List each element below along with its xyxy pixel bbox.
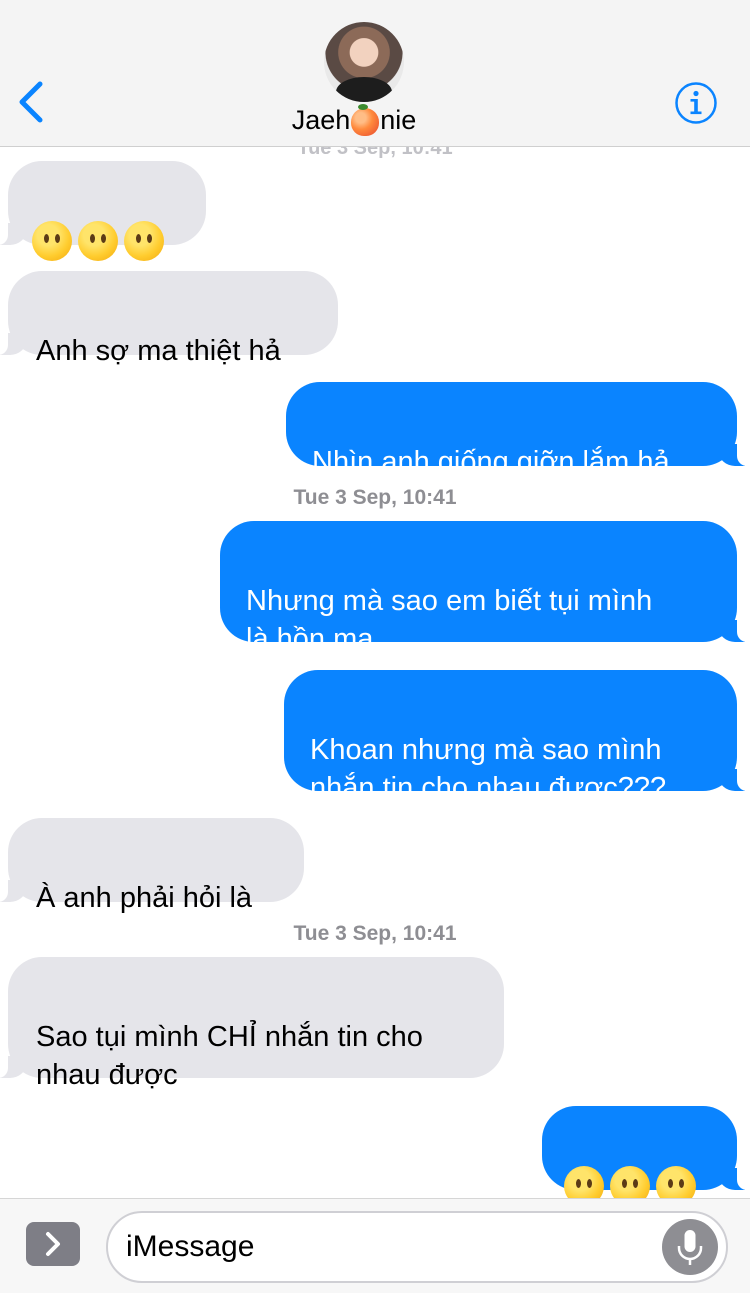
conversation-header: Jaeh nie — [0, 0, 750, 147]
neutral-face-icon — [564, 1166, 604, 1198]
emoji-row — [32, 219, 182, 263]
contact-name-part1: Jaeh — [291, 105, 351, 135]
neutral-face-icon — [656, 1166, 696, 1198]
apps-toggle-button[interactable] — [26, 1222, 80, 1266]
contact-name[interactable]: Jaeh nie — [0, 103, 708, 136]
contact-name-part2: nie — [380, 105, 417, 135]
message-bubble-outgoing[interactable]: Khoan nhưng mà sao mình nhắn tin cho nha… — [284, 670, 749, 804]
message-text: À anh phải hỏi là — [36, 882, 253, 914]
message-bubble-incoming[interactable]: À anh phải hỏi là — [0, 818, 304, 914]
message-bubble-incoming[interactable]: Sao tụi mình CHỈ nhắn tin cho nhau được — [0, 957, 504, 1091]
message-bubble-incoming[interactable]: Anh sợ ma thiệt hả — [0, 271, 338, 367]
message-text: Nhưng mà sao em biết tụi mình là hồn ma — [246, 585, 653, 655]
message-bubble-outgoing[interactable] — [542, 1106, 749, 1198]
microphone-button[interactable] — [662, 1219, 718, 1275]
message-bubble-incoming[interactable] — [0, 161, 206, 261]
emoji-row — [564, 1164, 715, 1198]
timestamp: Tue 3 Sep, 10:41 — [293, 922, 457, 945]
info-icon — [675, 82, 717, 124]
message-text: Nhìn anh giống giỡn lắm hả — [312, 446, 670, 478]
message-bubble-outgoing[interactable]: Nhưng mà sao em biết tụi mình là hồn ma — [220, 521, 749, 655]
chevron-right-icon — [46, 1232, 60, 1256]
neutral-face-icon — [32, 221, 72, 261]
compose-bar — [0, 1198, 750, 1293]
message-text: Anh sợ ma thiệt hả — [36, 335, 281, 367]
neutral-face-icon — [610, 1166, 650, 1198]
microphone-icon — [677, 1230, 703, 1265]
message-text: Khoan nhưng mà sao mình nhắn tin cho nha… — [310, 734, 667, 804]
neutral-face-icon — [124, 221, 164, 261]
info-button[interactable] — [674, 81, 718, 125]
timestamp: Tue 3 Sep, 10:41 — [293, 486, 457, 509]
neutral-face-icon — [78, 221, 118, 261]
timestamp-partial: Tue 3 Sep, 10:41 — [297, 146, 453, 159]
message-input[interactable] — [126, 1227, 646, 1267]
message-bubble-outgoing[interactable]: Nhìn anh giống giỡn lắm hả — [286, 382, 749, 478]
message-list[interactable]: Tue 3 Sep, 10:41 Anh sợ ma thiệt hả Nhìn… — [0, 146, 750, 1198]
contact-avatar[interactable] — [324, 22, 404, 102]
peach-emoji-icon — [351, 103, 380, 136]
message-input-wrapper[interactable] — [106, 1211, 728, 1283]
message-text: Sao tụi mình CHỈ nhắn tin cho nhau được — [36, 1021, 423, 1091]
